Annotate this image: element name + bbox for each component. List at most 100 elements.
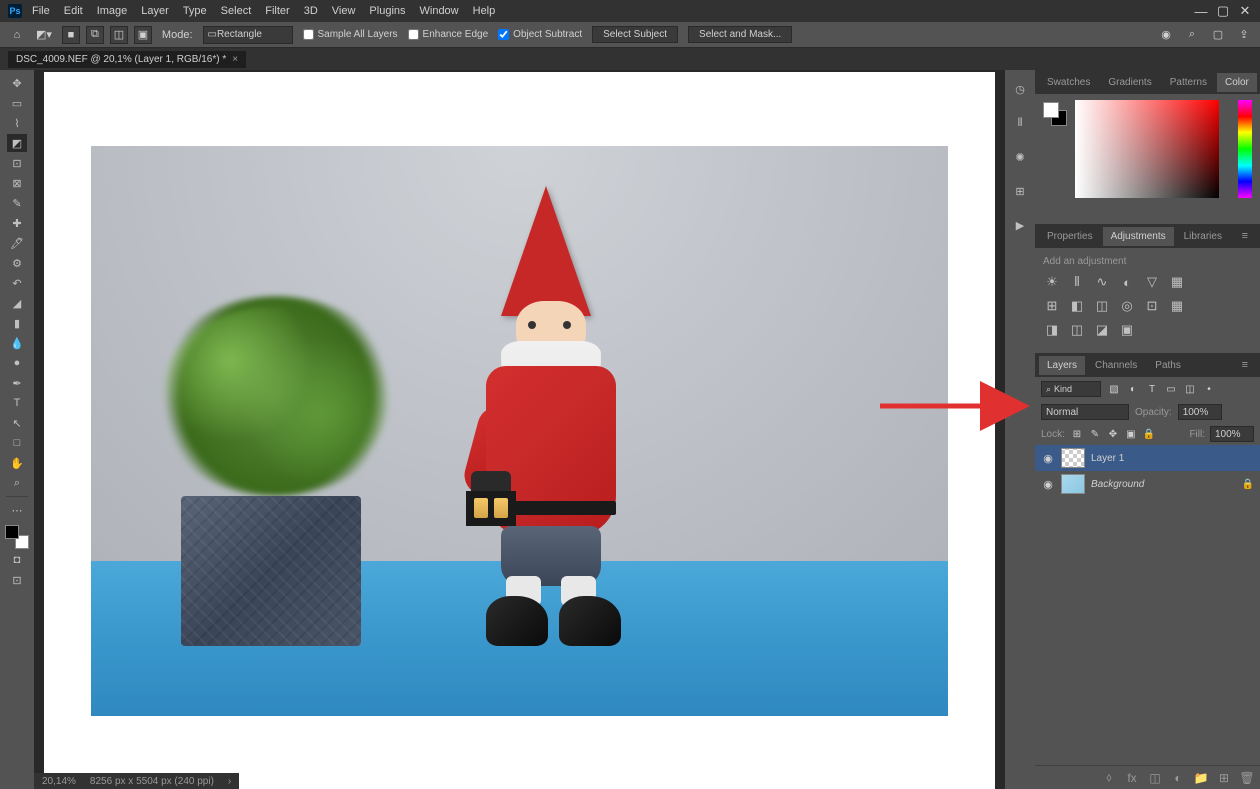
tab-color[interactable]: Color — [1217, 73, 1257, 92]
fill-input[interactable]: 100% — [1210, 426, 1254, 442]
photo-filter-icon[interactable]: ◫ — [1093, 297, 1111, 315]
props-panel-menu-icon[interactable]: ≡ — [1234, 226, 1256, 246]
filter-smart-icon[interactable]: ◫ — [1183, 382, 1197, 396]
visibility-icon[interactable]: ◉ — [1041, 451, 1055, 465]
filter-shape-icon[interactable]: ▭ — [1164, 382, 1178, 396]
info-panel-icon[interactable]: ⊞ — [1011, 182, 1029, 200]
type-tool[interactable]: T — [7, 394, 27, 412]
group-icon[interactable]: 📁 — [1194, 771, 1208, 785]
filter-pixel-icon[interactable]: ▧ — [1107, 382, 1121, 396]
link-layers-icon[interactable]: ⬨ — [1102, 771, 1116, 785]
lock-position-icon[interactable]: ✥ — [1106, 427, 1120, 441]
brightness-contrast-icon[interactable]: ☀ — [1043, 273, 1061, 291]
new-layer-icon[interactable]: ⊞ — [1217, 771, 1231, 785]
invert-icon[interactable]: ▦ — [1168, 297, 1186, 315]
subtract-selection-icon[interactable]: ◫ — [110, 26, 128, 44]
layer-style-icon[interactable]: fx — [1125, 771, 1139, 785]
new-selection-icon[interactable]: ■ — [62, 26, 80, 44]
tab-adjustments[interactable]: Adjustments — [1103, 227, 1174, 246]
filter-adjustment-icon[interactable]: ◐ — [1126, 382, 1140, 396]
histogram-panel-icon[interactable]: ⫴ — [1011, 114, 1029, 132]
tab-channels[interactable]: Channels — [1087, 356, 1145, 375]
lock-all-icon[interactable]: 🔒 — [1142, 427, 1156, 441]
select-subject-button[interactable]: Select Subject — [592, 26, 678, 43]
tab-close-icon[interactable]: × — [232, 54, 238, 65]
tool-preset-icon[interactable]: ◩▾ — [36, 28, 52, 41]
frame-tool[interactable]: ⊠ — [7, 174, 27, 192]
layer-row[interactable]: ◉ Layer 1 — [1035, 445, 1260, 471]
minimize-button[interactable]: — — [1194, 4, 1208, 18]
tab-swatches[interactable]: Swatches — [1039, 73, 1098, 92]
menu-3d[interactable]: 3D — [304, 5, 318, 17]
layers-panel-menu-icon[interactable]: ≡ — [1234, 355, 1256, 375]
sample-all-layers-checkbox[interactable]: Sample All Layers — [303, 29, 398, 40]
lock-icon[interactable]: 🔒 — [1242, 479, 1254, 490]
marquee-tool[interactable]: ▭ — [7, 94, 27, 112]
exposure-icon[interactable]: ◐ — [1118, 273, 1136, 291]
status-chevron-icon[interactable]: › — [228, 776, 231, 787]
channel-mixer-icon[interactable]: ◎ — [1118, 297, 1136, 315]
layer-name[interactable]: Background — [1091, 479, 1144, 490]
search-icon[interactable]: ⌕ — [1184, 27, 1200, 43]
user-icon[interactable]: ◉ — [1158, 27, 1174, 43]
navigator-panel-icon[interactable]: ✺ — [1011, 148, 1029, 166]
layer-kind-select[interactable]: ⌕ Kind — [1041, 381, 1101, 397]
eraser-tool[interactable]: ◢ — [7, 294, 27, 312]
menu-help[interactable]: Help — [473, 5, 496, 17]
history-panel-icon[interactable]: ◷ — [1011, 80, 1029, 98]
menu-type[interactable]: Type — [183, 5, 207, 17]
gradient-tool[interactable]: ▮ — [7, 314, 27, 332]
vibrance-icon[interactable]: ▽ — [1143, 273, 1161, 291]
blur-tool[interactable]: 💧 — [7, 334, 27, 352]
tab-paths[interactable]: Paths — [1147, 356, 1189, 375]
layer-row[interactable]: ◉ Background 🔒 — [1035, 471, 1260, 497]
history-brush-tool[interactable]: ↶ — [7, 274, 27, 292]
intersect-selection-icon[interactable]: ▣ — [134, 26, 152, 44]
crop-tool[interactable]: ⊡ — [7, 154, 27, 172]
color-lookup-icon[interactable]: ⊡ — [1143, 297, 1161, 315]
color-fg-bg-swatch[interactable] — [1043, 102, 1067, 126]
tab-layers[interactable]: Layers — [1039, 356, 1085, 375]
layer-thumb[interactable] — [1061, 474, 1085, 494]
color-balance-icon[interactable]: ⊞ — [1043, 297, 1061, 315]
layer-thumb[interactable] — [1061, 448, 1085, 468]
menu-window[interactable]: Window — [420, 5, 459, 17]
quick-mask-icon[interactable]: ◘ — [7, 551, 27, 569]
actions-panel-icon[interactable]: ▶ — [1011, 216, 1029, 234]
layer-name[interactable]: Layer 1 — [1091, 453, 1124, 464]
clone-stamp-tool[interactable]: ⚙ — [7, 254, 27, 272]
enhance-edge-checkbox[interactable]: Enhance Edge — [408, 29, 489, 40]
menu-plugins[interactable]: Plugins — [369, 5, 405, 17]
filter-toggle-icon[interactable]: • — [1202, 382, 1216, 396]
hue-slider[interactable] — [1238, 100, 1252, 198]
blend-mode-select[interactable]: Normal — [1041, 404, 1129, 420]
posterize-icon[interactable]: ◨ — [1043, 321, 1061, 339]
mode-select[interactable]: ▭ Rectangle — [203, 26, 293, 44]
gradient-map-icon[interactable]: ◪ — [1093, 321, 1111, 339]
healing-brush-tool[interactable]: ✚ — [7, 214, 27, 232]
home-icon[interactable]: ⌂ — [8, 26, 26, 44]
canvas[interactable] — [91, 146, 948, 716]
object-selection-tool[interactable]: ◩ — [7, 134, 27, 152]
maximize-button[interactable]: ▢ — [1216, 4, 1230, 18]
layer-mask-icon[interactable]: ◫ — [1148, 771, 1162, 785]
close-button[interactable]: ✕ — [1238, 4, 1252, 18]
tab-libraries[interactable]: Libraries — [1176, 227, 1230, 246]
menu-layer[interactable]: Layer — [141, 5, 169, 17]
lock-artboard-icon[interactable]: ▣ — [1124, 427, 1138, 441]
edit-toolbar-icon[interactable]: ⋯ — [7, 501, 27, 519]
menu-edit[interactable]: Edit — [64, 5, 83, 17]
curves-icon[interactable]: ∿ — [1093, 273, 1111, 291]
menu-file[interactable]: File — [32, 5, 50, 17]
tab-properties[interactable]: Properties — [1039, 227, 1101, 246]
lock-transparency-icon[interactable]: ⊞ — [1070, 427, 1084, 441]
selective-color-icon[interactable]: ▣ — [1118, 321, 1136, 339]
brush-tool[interactable]: 🖊 — [7, 234, 27, 252]
lock-image-icon[interactable]: ✎ — [1088, 427, 1102, 441]
path-selection-tool[interactable]: ↖ — [7, 414, 27, 432]
tab-patterns[interactable]: Patterns — [1162, 73, 1215, 92]
move-tool[interactable]: ✥ — [7, 74, 27, 92]
add-selection-icon[interactable]: ⧉ — [86, 26, 104, 44]
canvas-area[interactable]: 20,14% 8256 px x 5504 px (240 ppi) › — [34, 70, 1005, 789]
share-icon[interactable]: ⇪ — [1236, 27, 1252, 43]
